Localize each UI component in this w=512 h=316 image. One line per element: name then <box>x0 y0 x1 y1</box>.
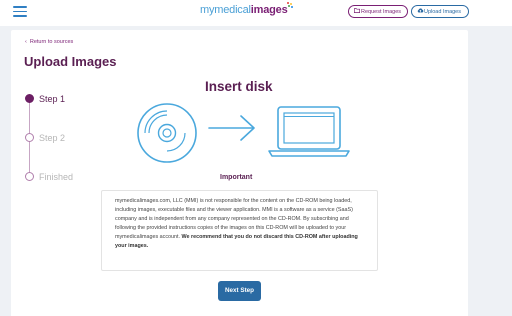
logo[interactable]: mymedicalimages <box>200 2 293 16</box>
upload-images-label: Upload Images <box>424 9 461 15</box>
top-bar: mymedicalimages Request Images Upload Im… <box>0 0 512 26</box>
next-step-button[interactable]: Next Step <box>218 281 261 301</box>
folder-icon <box>353 6 361 18</box>
return-to-sources-link[interactable]: ‹ Return to sources <box>25 39 73 45</box>
chevron-left-icon: ‹ <box>25 39 27 45</box>
request-images-label: Request Images <box>361 9 402 15</box>
step-finished: Finished <box>25 171 105 182</box>
upload-card: ‹ Return to sources Upload Images Step 1 … <box>11 30 468 316</box>
step-1: Step 1 <box>25 93 105 104</box>
page-title: Upload Images <box>24 54 117 69</box>
important-label: Important <box>220 174 253 181</box>
return-to-sources-label: Return to sources <box>29 39 74 45</box>
step-finished-dot-icon <box>25 172 34 181</box>
insert-disk-title: Insert disk <box>205 79 273 94</box>
step-finished-label: Finished <box>39 172 74 182</box>
step-1-label: Step 1 <box>39 94 66 104</box>
disclaimer-notice: mymedicalimages.com, LLC (MMI) is not re… <box>101 190 378 271</box>
cloud-upload-icon <box>417 6 424 18</box>
upload-images-button[interactable]: Upload Images <box>411 5 469 18</box>
hamburger-icon[interactable] <box>13 6 27 17</box>
logo-part-images: images <box>250 4 288 16</box>
disk-icon <box>137 103 197 163</box>
step-2: Step 2 <box>25 132 105 143</box>
request-images-button[interactable]: Request Images <box>348 5 408 18</box>
arrow-right-icon <box>208 115 255 141</box>
step-2-dot-icon <box>25 133 34 142</box>
logo-part-my: my <box>200 4 215 16</box>
logo-part-medical: medical <box>214 4 251 16</box>
step-2-label: Step 2 <box>39 133 66 143</box>
laptop-icon <box>268 106 350 157</box>
step-1-dot-icon <box>25 94 34 103</box>
logo-dots-icon <box>286 2 293 10</box>
